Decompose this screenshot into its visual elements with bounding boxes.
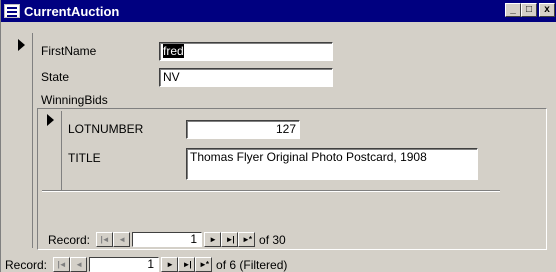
- firstname-label: FirstName: [41, 44, 97, 58]
- title-field[interactable]: Thomas Flyer Original Photo Postcard, 19…: [186, 148, 478, 180]
- window-title: CurrentAuction: [24, 3, 120, 19]
- form-new-record-button[interactable]: ►*: [195, 257, 213, 272]
- subform-record-selector[interactable]: [42, 111, 62, 191]
- record-selector[interactable]: [11, 33, 33, 248]
- title-bar: CurrentAuction _ □ x: [1, 0, 556, 22]
- subform-label: WinningBids: [41, 93, 108, 107]
- lotnumber-label: LOTNUMBER: [68, 122, 144, 136]
- current-record-arrow-icon: [18, 39, 25, 51]
- subform-record-label: Record:: [48, 232, 91, 247]
- subform-current-record-arrow-icon: [47, 114, 54, 126]
- subform-new-record-button[interactable]: ►*: [238, 232, 256, 247]
- subform-previous-record-button[interactable]: ◄: [113, 232, 131, 247]
- form-navigation-bar: Record: |◄ ◄ 1 ► ►| ►* of 6 (Filtered): [5, 257, 287, 272]
- lotnumber-field[interactable]: 127: [186, 120, 300, 139]
- form-record-label: Record:: [5, 257, 48, 272]
- winningbids-subform: LOTNUMBER 127 TITLE Thomas Flyer Origina…: [37, 108, 547, 250]
- state-field[interactable]: NV: [159, 68, 333, 87]
- form-previous-record-button[interactable]: ◄: [70, 257, 88, 272]
- form-last-record-button[interactable]: ►|: [178, 257, 196, 272]
- window-controls: _ □ x: [505, 3, 555, 17]
- subform-navigation-bar: Record: |◄ ◄ 1 ► ►| ►* of 30: [48, 232, 286, 247]
- subform-next-record-button[interactable]: ►: [204, 232, 222, 247]
- form-record-count: of 6 (Filtered): [216, 257, 288, 272]
- form-record-number-field[interactable]: 1: [89, 257, 160, 272]
- form-first-record-button[interactable]: |◄: [53, 257, 71, 272]
- state-label: State: [41, 70, 70, 84]
- subform-record-count: of 30: [259, 232, 286, 247]
- subform-divider: [42, 190, 500, 192]
- firstname-value: fred: [163, 44, 184, 58]
- subform-last-record-button[interactable]: ►|: [221, 232, 239, 247]
- title-label: TITLE: [68, 151, 101, 165]
- form-icon: [4, 4, 20, 18]
- maximize-button[interactable]: □: [521, 3, 537, 17]
- subform-first-record-button[interactable]: |◄: [96, 232, 114, 247]
- close-button[interactable]: x: [539, 3, 555, 17]
- minimize-button[interactable]: _: [505, 3, 521, 17]
- access-form-window: CurrentAuction _ □ x FirstName fred Stat…: [0, 0, 556, 272]
- firstname-field[interactable]: fred: [159, 42, 333, 61]
- subform-record-number-field[interactable]: 1: [132, 232, 203, 247]
- form-next-record-button[interactable]: ►: [161, 257, 179, 272]
